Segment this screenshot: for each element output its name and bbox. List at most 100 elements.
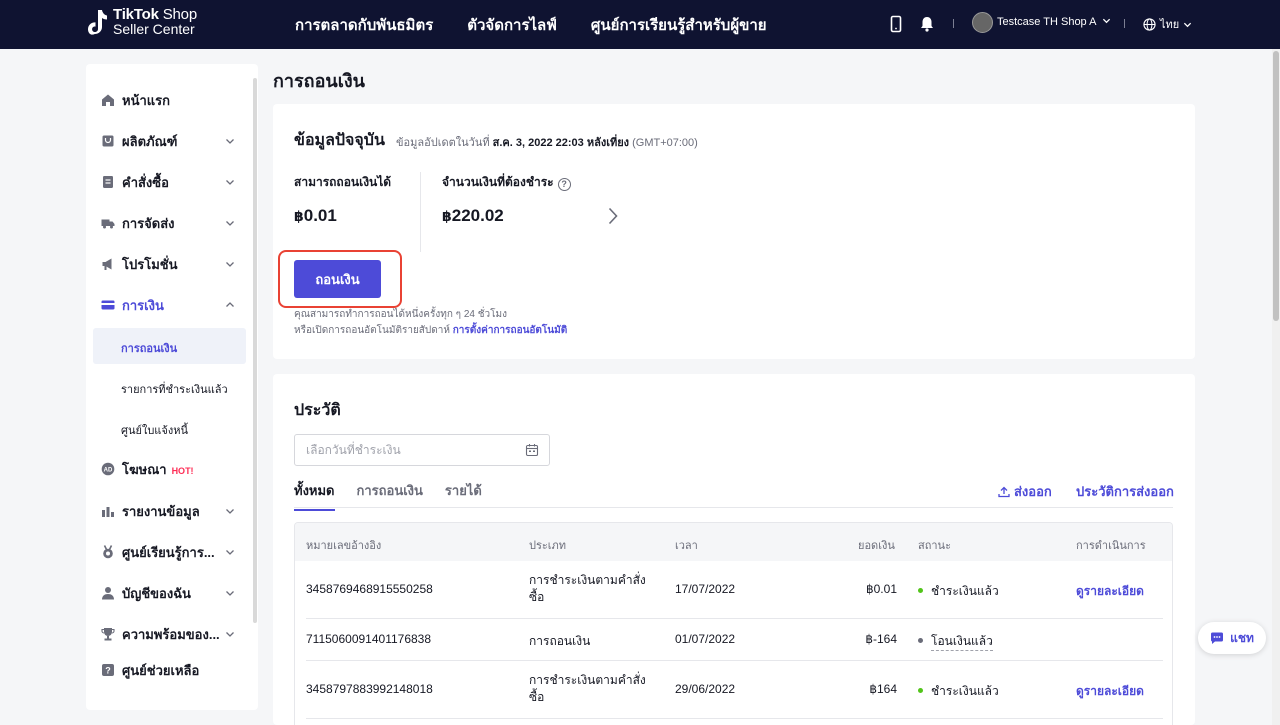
chevron-right-icon[interactable] [608, 207, 618, 225]
current-info-card: ข้อมูลปัจจุบัน ข้อมูลอัปเดตในวันที่ ส.ค.… [273, 104, 1195, 359]
col-type: ประเภท [529, 540, 567, 552]
sidebar-item-label: หน้าแรก [122, 92, 170, 108]
help-icon: ? [102, 664, 114, 676]
export-button[interactable]: ส่งออก [998, 481, 1052, 502]
page-title: การถอนเงิน [273, 71, 365, 91]
sidebar-item-label: การจัดส่ง [122, 215, 175, 231]
nav-seller-university[interactable]: ศูนย์การเรียนรู้สำหรับผู้ขาย [591, 13, 767, 37]
sidebar-item-label: บัญชีของฉัน [122, 585, 191, 601]
sidebar-item-label: ศูนย์เรียนรู้การ... [122, 544, 215, 560]
updated-at-text: ข้อมูลอัปเดตในวันที่ ส.ค. 3, 2022 22:03 … [396, 133, 698, 151]
sidebar-item-label: ผลิตภัณฑ์ [122, 133, 178, 149]
auto-withdraw-text: หรือเปิดการถอนอัตโนมัติรายสัปดาห์ [294, 325, 450, 336]
payable-value: 220.02 [451, 206, 504, 225]
logo-seller-center: Seller Center [113, 21, 195, 37]
nav-live-manager[interactable]: ตัวจัดการไลฟ์ [467, 13, 557, 37]
svg-text:AD: AD [104, 467, 113, 473]
calendar-icon[interactable] [525, 443, 539, 457]
sidebar-item-label: ความพร้อมของ... [122, 626, 220, 642]
currency-symbol: ฿ [442, 208, 452, 224]
chevron-down-icon [226, 550, 234, 555]
ad-icon: AD [101, 462, 115, 476]
chevron-down-icon [226, 632, 234, 637]
table-row: 3458769468915550258 การชำระเงินตามคำสั่ง… [295, 561, 1172, 619]
cell-type: การชำระเงินตามคำสั่งซื้อ [529, 673, 646, 704]
col-action: การดำเนินการ [1076, 540, 1146, 552]
sidebar-item-shipping[interactable]: การจัดส่ง [86, 205, 246, 241]
sidebar-item-orders[interactable]: คำสั่งซื้อ [86, 164, 246, 200]
sidebar-sub-withdrawal[interactable]: การถอนเงิน [93, 328, 246, 364]
col-status: สถานะ [918, 540, 951, 552]
sidebar-item-finance[interactable]: การเงิน [86, 287, 246, 323]
page-scrollbar[interactable] [1272, 49, 1280, 725]
sidebar-sub-label: รายการที่ชำระเงินแล้ว [121, 384, 228, 396]
question-icon[interactable]: ? [557, 178, 571, 191]
trophy-icon [101, 628, 115, 641]
sidebar-item-label: รายงานข้อมูล [122, 503, 200, 519]
language-label: ไทย [1160, 19, 1180, 31]
sidebar-scrollbar[interactable] [253, 78, 257, 623]
cell-time: 01/07/2022 [675, 632, 736, 646]
sidebar-item-ads[interactable]: AD โฆษณา HOT! [86, 451, 246, 487]
shop-avatar[interactable] [972, 12, 993, 33]
sidebar-item-readiness[interactable]: ความพร้อมของ... [86, 616, 246, 652]
auto-withdraw-settings-link[interactable]: การตั้งค่าการถอนอัตโนมัติ [453, 325, 567, 336]
history-card: ประวัติ ทั้งหมด การถอนเงิน รายได้ ส่งออก… [273, 374, 1195, 725]
sidebar-item-my-account[interactable]: บัญชีของฉัน [86, 575, 246, 611]
chat-label: แชท [1230, 630, 1254, 645]
cell-status: ชำระเงินแล้ว [918, 582, 999, 601]
svg-text:?: ? [105, 666, 111, 676]
truck-icon [101, 219, 115, 229]
ads-label: โฆษณา [122, 461, 167, 477]
sidebar-item-promotions[interactable]: โปรโมชั่น [86, 246, 246, 282]
scrollbar-thumb[interactable] [1273, 51, 1279, 321]
shop-name: Testcase TH Shop A [997, 16, 1096, 28]
sidebar-item-products[interactable]: ผลิตภัณฑ์ [86, 123, 246, 159]
mobile-icon[interactable] [887, 15, 905, 33]
sidebar-sub-invoice-center[interactable]: ศูนย์ใบแจ้งหนี้ [93, 410, 246, 446]
sidebar-item-label: ศูนย์ช่วยเหลือ [122, 662, 200, 678]
current-info-title: ข้อมูลปัจจุบัน [294, 132, 385, 149]
chat-button[interactable]: แชท [1198, 622, 1266, 654]
sidebar-sub-paid-transactions[interactable]: รายการที่ชำระเงินแล้ว [93, 369, 246, 405]
auto-withdraw-note: หรือเปิดการถอนอัตโนมัติรายสัปดาห์ การตั้… [294, 323, 567, 338]
updated-date: ส.ค. 3, 2022 22:03 หลังเที่ยง [492, 137, 630, 149]
home-icon [102, 94, 114, 106]
nav-affiliate-marketing[interactable]: การตลาดกับพันธมิตร [295, 13, 433, 37]
cell-status: โอนเงินแล้ว [918, 632, 993, 651]
col-amount: ยอดเงิน [858, 540, 895, 552]
card-icon [101, 300, 115, 310]
cell-time: 17/07/2022 [675, 582, 736, 596]
col-time: เวลา [675, 540, 698, 552]
hot-badge: HOT! [171, 465, 194, 476]
view-details-link[interactable]: ดูรายละเอียด [1076, 582, 1144, 601]
bell-icon[interactable] [918, 15, 936, 33]
payable-amount: ฿220.02 [442, 206, 504, 226]
sidebar: หน้าแรก ผลิตภัณฑ์ คำสั่งซื้อ การจัดส่ง โ… [86, 64, 258, 710]
view-details-link[interactable]: ดูรายละเอียด [1076, 682, 1144, 701]
table-header: หมายเลขอ้างอิง ประเภท เวลา ยอดเงิน สถานะ… [295, 523, 1172, 561]
status-dot [918, 638, 923, 643]
sidebar-item-help-center[interactable]: ? ศูนย์ช่วยเหลือ [86, 652, 246, 688]
cell-amount: ฿164 [869, 682, 897, 696]
sidebar-item-label: การเงิน [122, 297, 164, 313]
tiktok-shop-logo[interactable]: TikTok Shop Seller Center [85, 7, 197, 37]
language-switcher[interactable]: ไทย [1143, 15, 1192, 33]
payment-date-picker[interactable] [294, 434, 550, 466]
shop-switcher[interactable]: Testcase TH Shop A [997, 16, 1111, 28]
export-history-link[interactable]: ประวัติการส่งออก [1076, 481, 1174, 502]
chevron-down-icon [1102, 18, 1111, 24]
status-label: ชำระเงินแล้ว [931, 684, 999, 698]
sidebar-item-learning-center[interactable]: ศูนย์เรียนรู้การ... [86, 534, 246, 570]
status-label[interactable]: โอนเงินแล้ว [931, 634, 993, 651]
separator [1124, 19, 1125, 28]
cell-status: ชำระเงินแล้ว [918, 682, 999, 701]
chat-icon [1211, 632, 1224, 644]
sidebar-item-home[interactable]: หน้าแรก [86, 82, 246, 118]
top-bar: TikTok Shop Seller Center การตลาดกับพันธ… [0, 0, 1280, 49]
separator [953, 19, 954, 28]
sidebar-item-data-reports[interactable]: รายงานข้อมูล [86, 493, 246, 529]
history-table: หมายเลขอ้างอิง ประเภท เวลา ยอดเงิน สถานะ… [294, 522, 1173, 725]
table-row: 7115060091401176838 การถอนเงิน 01/07/202… [295, 619, 1172, 661]
withdraw-button[interactable]: ถอนเงิน [294, 260, 381, 298]
